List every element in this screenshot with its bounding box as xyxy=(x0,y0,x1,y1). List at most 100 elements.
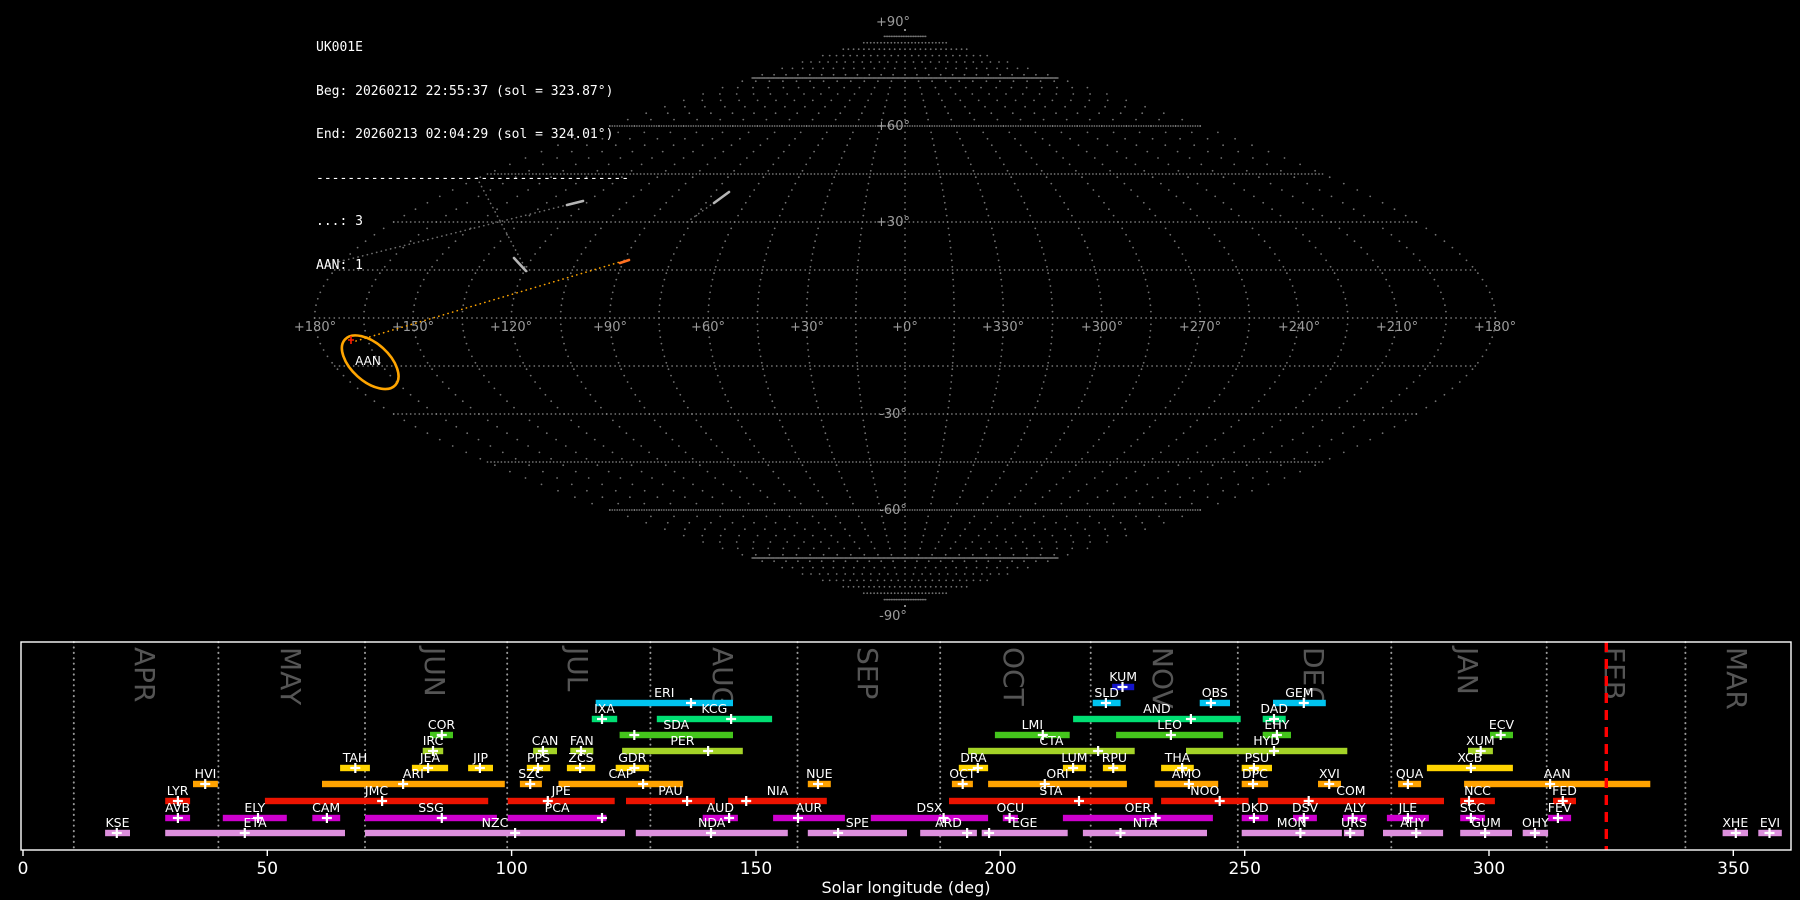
shower-label-EVI: EVI xyxy=(1760,815,1780,830)
lon-label: +90° xyxy=(593,320,627,335)
shower-peak-KCG xyxy=(726,714,737,724)
shower-label-AVB: AVB xyxy=(165,800,190,815)
shower-EGE: EGE xyxy=(981,815,1068,838)
shower-bar-SSG xyxy=(365,814,497,822)
shower-JIP: JIP xyxy=(468,750,493,773)
shower-label-SLD: SLD xyxy=(1094,685,1119,700)
shower-label-LMI: LMI xyxy=(1022,717,1043,732)
shower-label-AAN: AAN xyxy=(1544,766,1571,781)
sky-longitude-labels: +180° +150° +120° +90° +60° +30° +0° +330° +300°… xyxy=(294,320,1516,335)
shower-label-DAD: DAD xyxy=(1260,701,1288,716)
shower-label-AMO: AMO xyxy=(1172,766,1201,781)
shower-label-PCA: PCA xyxy=(545,800,570,815)
shower-label-NTA: NTA xyxy=(1133,815,1158,830)
lon-label: +300° xyxy=(1081,320,1123,335)
shower-bar-NTA xyxy=(1082,829,1207,837)
shower-label-THA: THA xyxy=(1164,750,1191,765)
shower-label-GUM: GUM xyxy=(1471,815,1501,830)
shower-QUA: QUA xyxy=(1396,766,1424,789)
shower-DPC: DPC xyxy=(1241,766,1268,789)
shower-label-JEA: JEA xyxy=(419,750,441,765)
lat-label: +30° xyxy=(876,215,910,230)
shower-FEV: FEV xyxy=(1548,800,1572,823)
shower-label-KCG: KCG xyxy=(701,701,727,716)
shower-label-IXA: IXA xyxy=(594,701,615,716)
station-id: UK001E xyxy=(316,40,363,55)
shower-label-OHY: OHY xyxy=(1522,815,1549,830)
month-label-sep: SEP xyxy=(851,647,884,699)
shower-DKD: DKD xyxy=(1241,800,1269,823)
shower-label-JIP: JIP xyxy=(472,750,488,765)
shower-peak-SPE xyxy=(833,828,844,838)
lon-label: +240° xyxy=(1278,320,1320,335)
shower-peak-PAU xyxy=(682,796,693,806)
count-sporadic: ...: 3 xyxy=(316,214,363,229)
shower-label-AUR: AUR xyxy=(796,800,823,815)
lon-label: +0° xyxy=(892,320,918,335)
shower-label-NUE: NUE xyxy=(806,766,832,781)
x-axis-title: Solar longitude (deg) xyxy=(822,878,991,897)
shower-label-PSU: PSU xyxy=(1245,750,1270,765)
shower-label-SSG: SSG xyxy=(418,800,444,815)
lon-label: +60° xyxy=(691,320,725,335)
month-label-jan: JAN xyxy=(1451,645,1484,695)
shower-label-ETA: ETA xyxy=(244,815,268,830)
shower-label-ECV: ECV xyxy=(1489,717,1515,732)
lat-label: -90° xyxy=(879,609,907,624)
lon-label: +210° xyxy=(1376,320,1418,335)
meteor-3-streak xyxy=(712,190,731,205)
shower-OCT: OCT xyxy=(949,766,976,789)
observation-header: UK001E Beg: 20260212 22:55:37 (sol = 323… xyxy=(316,12,629,288)
shower-label-AND: AND xyxy=(1143,701,1171,716)
shower-label-JPE: JPE xyxy=(551,783,571,798)
shower-label-ELY: ELY xyxy=(244,800,265,815)
shower-label-SPE: SPE xyxy=(846,815,869,830)
shower-label-OCT: OCT xyxy=(949,766,976,781)
month-label-aug: AUG xyxy=(706,647,739,708)
month-label-apr: APR xyxy=(128,647,161,703)
shower-label-JLE: JLE xyxy=(1398,800,1418,815)
header-separator: ---------------------------------------- xyxy=(316,170,630,186)
shower-label-DPC: DPC xyxy=(1242,766,1268,781)
shower-peak-NTA xyxy=(1115,828,1126,838)
observation-begin: Beg: 20260212 22:55:37 (sol = 323.87°) xyxy=(316,83,614,99)
shower-label-PAU: PAU xyxy=(658,783,682,798)
shower-RPU: RPU xyxy=(1102,750,1127,773)
shower-label-TAH: TAH xyxy=(342,750,368,765)
shower-label-CAM: CAM xyxy=(312,800,340,815)
shower-label-GEM: GEM xyxy=(1285,685,1313,700)
shower-bar-ETA xyxy=(165,829,345,837)
shower-SZC: SZC xyxy=(518,766,544,789)
shower-label-CTA: CTA xyxy=(1039,733,1063,748)
month-label-jul: JUL xyxy=(561,645,594,692)
shower-label-EGE: EGE xyxy=(1012,815,1038,830)
shower-bar-STA xyxy=(949,797,1153,805)
shower-label-JMC: JMC xyxy=(364,783,388,798)
shower-KSE: KSE xyxy=(105,815,130,838)
shower-label-ORI: ORI xyxy=(1046,766,1068,781)
shower-label-ARD: ARD xyxy=(935,815,962,830)
shower-label-MON: MON xyxy=(1277,815,1307,830)
radiant-label: AAN xyxy=(355,354,381,368)
shower-label-AHY: AHY xyxy=(1400,815,1426,830)
lon-label: +150° xyxy=(392,320,434,335)
lon-label: +120° xyxy=(490,320,532,335)
shower-label-ARI: ARI xyxy=(403,766,424,781)
shower-label-EHY: EHY xyxy=(1264,717,1289,732)
shower-label-XHE: XHE xyxy=(1722,815,1748,830)
shower-label-QUA: QUA xyxy=(1396,766,1424,781)
shower-OBS: OBS xyxy=(1199,685,1230,708)
shower-label-COM: COM xyxy=(1336,783,1365,798)
shower-label-SCC: SCC xyxy=(1460,800,1486,815)
shower-label-LUM: LUM xyxy=(1061,750,1087,765)
shower-label-ERI: ERI xyxy=(654,685,674,700)
x-tick-label: 150 xyxy=(740,859,772,879)
shower-label-FAN: FAN xyxy=(570,733,594,748)
shower-label-RPU: RPU xyxy=(1102,750,1127,765)
shower-AVB: AVB xyxy=(165,800,191,823)
shower-label-ZCS: ZCS xyxy=(568,750,593,765)
timeline-chart: APR MAY JUN JUL AUG SEP OCT NOV DEC JAN FEB MARKUME… xyxy=(18,641,1792,897)
shower-EVI: EVI xyxy=(1758,815,1782,838)
lat-label: -30° xyxy=(879,407,907,422)
lon-label: +180° xyxy=(1474,320,1516,335)
